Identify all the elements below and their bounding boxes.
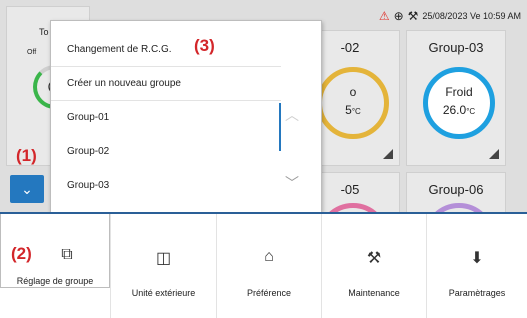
- warning-icon[interactable]: ⚠: [379, 10, 390, 22]
- expand-button[interactable]: ⌄: [10, 175, 44, 203]
- screen: ⚠ ⊕ ⚒ 25/08/2023 Ve 10:59 AM To Off ⏻ -0…: [0, 0, 527, 318]
- callout-3: (3): [194, 36, 215, 55]
- nav-outdoor-unit[interactable]: ◫ Unité extérieure: [111, 214, 216, 318]
- preference-icon: ⌂: [264, 248, 274, 265]
- outdoor-unit-icon: ◫: [155, 250, 172, 267]
- group-mode: o: [349, 85, 357, 99]
- group-mode: Froid: [445, 85, 473, 99]
- scrollbar[interactable]: [279, 103, 281, 151]
- menu-item-create-group[interactable]: Créer un nouveau groupe: [51, 67, 281, 101]
- group-status-ring: Froid 26.0°C: [423, 67, 495, 139]
- scroll-up-icon[interactable]: ︿: [285, 105, 299, 125]
- total-label: To: [39, 27, 49, 37]
- group-name: Group-03: [428, 40, 484, 55]
- nav-preference[interactable]: ⌂ Préférence: [217, 214, 321, 318]
- menu-item-change-rcg[interactable]: Changement de R.C.G.: [51, 33, 281, 67]
- settings-icon: ⬇: [470, 250, 484, 267]
- group-status-ring: o 5°C: [317, 67, 389, 139]
- main-area: ⚠ ⊕ ⚒ 25/08/2023 Ve 10:59 AM To Off ⏻ -0…: [0, 0, 527, 275]
- group-temp: 26.0°C: [442, 103, 476, 117]
- menu-item-group[interactable]: Group-01: [51, 101, 281, 135]
- group-tile[interactable]: Group-03 Froid 26.0°C: [406, 30, 506, 166]
- network-icon: ⊕: [393, 9, 404, 23]
- group-setting-icon: ⧉: [61, 246, 73, 263]
- nav-label: Unité extérieure: [131, 288, 196, 298]
- nav-settings[interactable]: ⬇ Paramètrages: [427, 214, 527, 318]
- maintenance-status-icon: ⚒: [407, 9, 419, 23]
- datetime: 25/08/2023 Ve 10:59 AM: [422, 11, 521, 21]
- group-temp: 5°C: [345, 103, 361, 117]
- tile-corner-icon: [489, 149, 499, 159]
- status-bar: ⚠ ⊕ ⚒ 25/08/2023 Ve 10:59 AM: [379, 8, 521, 24]
- nav-label: Maintenance: [348, 288, 400, 298]
- menu-item-group[interactable]: Group-03: [51, 169, 281, 203]
- chevron-down-icon: ⌄: [21, 181, 33, 197]
- callout-1: (1): [16, 146, 37, 165]
- scroll-down-icon[interactable]: ﹀: [285, 173, 299, 193]
- tile-corner-icon: [383, 149, 393, 159]
- nav-label: Paramètrages: [448, 288, 506, 298]
- group-menu: Changement de R.C.G. Créer un nouveau gr…: [50, 20, 322, 213]
- nav-group-setting[interactable]: (2) ⧉ Réglage de groupe: [0, 214, 110, 288]
- nav-label: Réglage de groupe: [16, 276, 94, 286]
- maintenance-icon: ⚒: [366, 250, 382, 267]
- nav-label: Préférence: [246, 288, 292, 298]
- bottom-nav: (2) ⧉ Réglage de groupe ◫ Unité extérieu…: [0, 214, 527, 318]
- group-name: Group-06: [428, 182, 484, 197]
- menu-item-group[interactable]: Group-02: [51, 135, 281, 169]
- total-state: Off: [27, 49, 37, 56]
- nav-maintenance[interactable]: ⚒ Maintenance: [322, 214, 426, 318]
